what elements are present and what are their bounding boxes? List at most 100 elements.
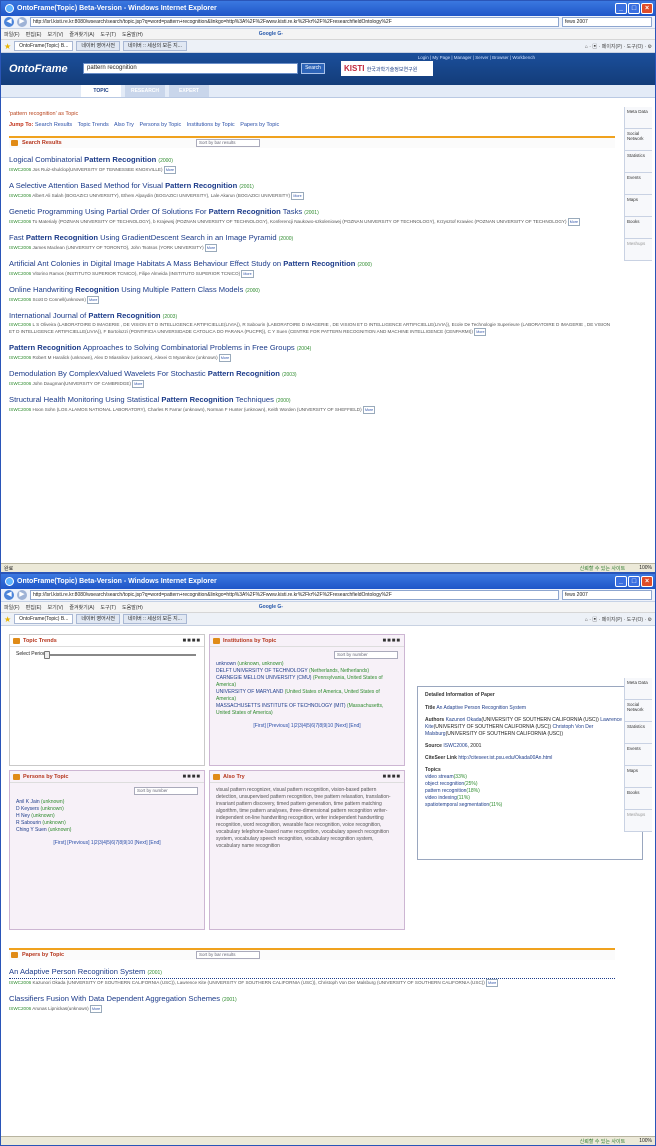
more-button[interactable]: More xyxy=(241,270,254,278)
person-item[interactable]: R Sabourin (unknown) xyxy=(16,820,198,827)
side-tab-maps[interactable]: Maps xyxy=(625,195,652,217)
zoom-level[interactable]: 100% xyxy=(639,565,652,571)
result-conference[interactable]: ISWC2006 xyxy=(9,381,31,386)
side-tab-meshups[interactable]: Meshups xyxy=(625,239,652,261)
more-button[interactable]: More xyxy=(218,354,232,362)
institution-name[interactable]: UNIVERSITY OF MARYLAND xyxy=(216,689,283,695)
result-title-text[interactable]: Tasks xyxy=(281,207,302,216)
jump-institutions[interactable]: Institutions by Topic xyxy=(187,122,235,128)
forward-icon[interactable]: ▶ xyxy=(17,590,27,600)
menu-tools[interactable]: 도구(T) xyxy=(100,31,116,38)
result-conference[interactable]: ISWC2006 xyxy=(9,193,31,198)
result-title[interactable]: Online Handwriting Recognition Using Mul… xyxy=(9,285,615,296)
more-button[interactable]: More xyxy=(567,218,580,226)
detail-author[interactable]: Kazunori Okada xyxy=(446,717,482,723)
institution-item[interactable]: UNIVERSITY OF MARYLAND (United States of… xyxy=(216,689,398,703)
topic-name[interactable]: video indexing xyxy=(425,795,457,801)
person-item[interactable]: Anil K Jain (unknown) xyxy=(16,799,198,806)
topic-name[interactable]: video stream xyxy=(425,774,454,780)
menu-edit[interactable]: 편집(E) xyxy=(26,604,42,611)
institution-name[interactable]: DELFT UNIVERSITY OF TECHNOLOGY xyxy=(216,668,308,674)
result-title[interactable]: Pattern Recognition Approaches to Solvin… xyxy=(9,343,615,354)
menu-file[interactable]: 파일(F) xyxy=(4,604,20,611)
paper-title-text[interactable]: Classifiers Fusion With Data Dependent A… xyxy=(9,994,220,1003)
also-try-text[interactable]: visual pattern recognizer, visual patter… xyxy=(210,783,404,854)
person-item[interactable]: H Ney (unknown) xyxy=(16,813,198,820)
favorites-star-icon[interactable]: ★ xyxy=(4,42,11,51)
result-conference[interactable]: ISWC2006 xyxy=(9,219,31,224)
back-icon[interactable]: ◀ xyxy=(4,590,14,600)
topic-item[interactable]: object recognition(25%) xyxy=(425,781,635,788)
citeseer-link[interactable]: http://citeseer.ist.psu.edu/Okada00An.ht… xyxy=(458,755,552,761)
side-tab-social-network[interactable]: Social Network xyxy=(625,129,652,151)
tab-topic[interactable]: TOPIC xyxy=(81,85,121,97)
result-title-highlight[interactable]: Pattern Recognition xyxy=(84,155,156,164)
result-title[interactable]: Artificial Ant Colonies in Digital Image… xyxy=(9,259,615,270)
result-title-text[interactable]: Genetic Programming Using Partial Order … xyxy=(9,207,209,216)
more-button[interactable]: More xyxy=(89,1005,103,1013)
topic-name[interactable]: pattern recognition xyxy=(425,788,466,794)
zoom-level[interactable]: 100% xyxy=(639,1138,652,1144)
result-title-highlight[interactable]: Pattern Recognition xyxy=(88,311,160,320)
detail-source[interactable]: ISWC2006 xyxy=(443,743,467,749)
result-title-highlight[interactable]: Pattern Recognition xyxy=(161,395,233,404)
result-title-text[interactable]: Artificial Ant Colonies in Digital Image… xyxy=(9,259,283,268)
result-title-text[interactable]: Logical Combinatorial xyxy=(9,155,84,164)
more-button[interactable]: More xyxy=(204,244,218,252)
menu-help[interactable]: 도움말(H) xyxy=(122,604,143,611)
person-item[interactable]: Ching Y Suen (unknown) xyxy=(16,827,198,834)
result-title-text[interactable]: Demodulation By ComplexValued Wavelets F… xyxy=(9,369,208,378)
result-conference[interactable]: ISWC2006 xyxy=(9,297,31,302)
minimize-button[interactable]: _ xyxy=(615,3,627,14)
tab-ontoframe[interactable]: OntoFrame(Topic) B... xyxy=(14,614,74,624)
result-title-highlight[interactable]: Pattern Recognition xyxy=(208,369,280,378)
person-name[interactable]: D Keysers xyxy=(16,806,39,812)
side-tab-statistics[interactable]: Statistics xyxy=(625,151,652,173)
menu-view[interactable]: 보기(V) xyxy=(47,31,63,38)
result-title[interactable]: Logical Combinatorial Pattern Recognitio… xyxy=(9,155,615,166)
sort-select[interactable]: Sort by number xyxy=(134,787,198,795)
side-tab-books[interactable]: Books xyxy=(625,217,652,239)
command-bar[interactable]: ⌂ · ▣ · 페이지(P) · 도구(O) · ⚙ xyxy=(585,43,652,50)
favorites-star-icon[interactable]: ★ xyxy=(4,615,11,624)
result-title[interactable]: A Selective Attention Based Method for V… xyxy=(9,181,615,192)
google-toolbar[interactable]: Google G- xyxy=(259,31,283,37)
institutions-pager[interactable]: [First] [Previous] 1|2|3|4|5|6|7|8|9|10 … xyxy=(216,723,398,730)
top-links[interactable]: Login | My Page | Manager | Server | Bro… xyxy=(418,55,535,60)
result-conference[interactable]: ISWC2006 xyxy=(9,245,31,250)
forward-icon[interactable]: ▶ xyxy=(17,17,27,27)
panel-options-icon[interactable]: ■■■■ xyxy=(183,774,202,780)
result-title-highlight[interactable]: Recognition xyxy=(75,285,119,294)
result-conference[interactable]: ISWC2006 xyxy=(9,167,31,172)
tab-naver-dictionary[interactable]: 네이버 영어사전 xyxy=(76,41,120,51)
side-tab-books[interactable]: Books xyxy=(625,788,652,810)
result-conference[interactable]: ISWC2006 xyxy=(9,271,31,276)
close-button[interactable]: × xyxy=(641,576,653,587)
jump-topic-trends[interactable]: Topic Trends xyxy=(78,122,109,128)
result-title-text[interactable]: Using Multiple Pattern Class Models xyxy=(119,285,243,294)
url-field[interactable]: http://lsrl.kisti.re.kr:8080/wsearch/sea… xyxy=(30,17,559,27)
url-field[interactable]: http://lsrl.kisti.re.kr:8080/wsearch/sea… xyxy=(30,590,559,600)
result-conference[interactable]: ISWC2006 xyxy=(9,355,31,360)
menu-file[interactable]: 파일(F) xyxy=(4,31,20,38)
topic-item[interactable]: spatiotemporal segmentation(11%) xyxy=(425,802,635,809)
paper-conference[interactable]: ISWC2006 xyxy=(9,1006,31,1011)
paper-title[interactable]: Classifiers Fusion With Data Dependent A… xyxy=(9,994,615,1005)
result-title[interactable]: Structural Health Monitoring Using Stati… xyxy=(9,395,615,406)
result-title-highlight[interactable]: Pattern Recognition xyxy=(165,181,237,190)
tab-research[interactable]: RESEARCH xyxy=(125,85,165,97)
result-title[interactable]: Fast Pattern Recognition Using GradientD… xyxy=(9,233,615,244)
jump-also-try[interactable]: Also Try xyxy=(114,122,134,128)
result-title-highlight[interactable]: Pattern Recognition xyxy=(26,233,98,242)
person-name[interactable]: Anil K Jain xyxy=(16,799,40,805)
detail-title[interactable]: An Adaptive Person Recognition System xyxy=(436,705,526,711)
side-tab-meta-data[interactable]: Meta Data xyxy=(625,107,652,129)
tab-naver[interactable]: 네이버 :: 세상의 모든 지... xyxy=(122,41,187,51)
google-toolbar[interactable]: Google G- xyxy=(259,604,283,610)
sort-select[interactable]: Sort by number xyxy=(334,651,398,659)
sort-select[interactable]: Sort by bar results xyxy=(196,139,260,147)
person-name[interactable]: H Ney xyxy=(16,813,30,819)
tab-expert[interactable]: EXPERT xyxy=(169,85,209,97)
topic-name[interactable]: spatiotemporal segmentation xyxy=(425,802,489,808)
topic-name[interactable]: object recognition xyxy=(425,781,464,787)
